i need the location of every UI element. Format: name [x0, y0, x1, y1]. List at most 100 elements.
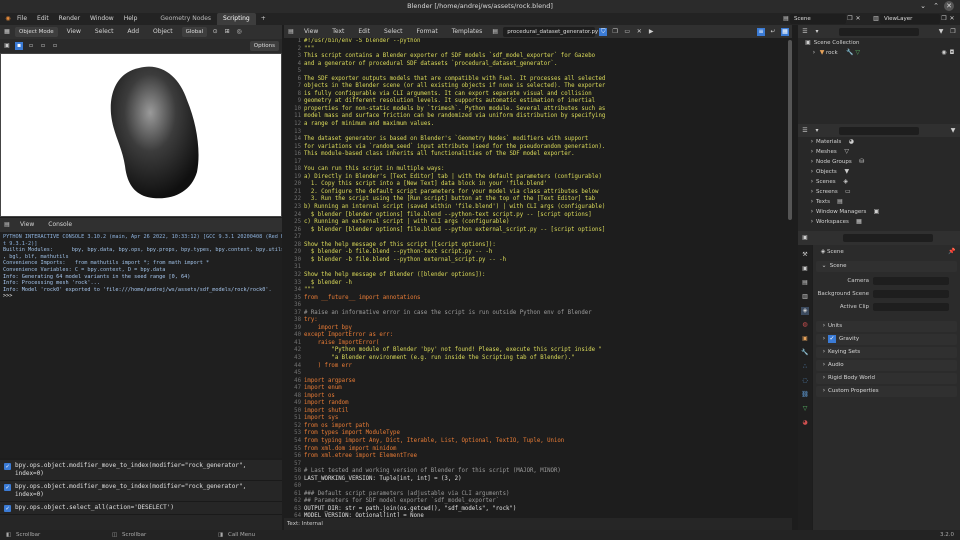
gravity-checkbox[interactable]: ✓ — [828, 335, 836, 343]
object-tab-icon[interactable]: ▣ — [801, 335, 809, 343]
particles-tab-icon[interactable]: ∴ — [801, 363, 809, 371]
viewport-menu-view[interactable]: View — [62, 26, 86, 38]
active-clip-field[interactable] — [873, 302, 949, 311]
visibility-eye-icon[interactable]: ◉ — [940, 49, 948, 57]
datablocks-search-input[interactable] — [839, 127, 919, 135]
copy-scene-icon[interactable]: ❐ — [846, 15, 854, 23]
expand-arrow-icon[interactable]: › — [808, 158, 816, 166]
text-menu-edit[interactable]: Edit — [353, 26, 375, 38]
python-console[interactable]: PYTHON INTERACTIVE CONSOLE 3.10.2 (main,… — [0, 232, 282, 458]
camera-field[interactable] — [873, 276, 949, 285]
viewport-3d[interactable] — [0, 53, 282, 217]
datablocks-display-mode-icon[interactable]: ▾ — [813, 127, 821, 135]
panel-audio[interactable]: › Audio — [816, 360, 957, 371]
syntax-highlight-icon[interactable]: ▦ — [781, 28, 789, 36]
panel-keying-sets[interactable]: › Keying Sets — [816, 347, 957, 358]
open-text-icon[interactable]: ▭ — [623, 28, 631, 36]
fake-user-icon[interactable]: ⛉ — [599, 28, 608, 36]
tab-scripting[interactable]: Scripting — [217, 13, 256, 25]
snap-icon[interactable]: ⊞ — [223, 28, 231, 36]
render-tab-icon[interactable]: ▣ — [801, 265, 809, 273]
mode-selector[interactable]: Object Mode — [15, 27, 58, 37]
run-script-icon[interactable]: ▶ — [647, 28, 655, 36]
word-wrap-icon[interactable]: ↵ — [769, 28, 777, 36]
scene-panel[interactable]: ⌄ Scene — [816, 261, 957, 272]
text-filename-field[interactable]: procedural_dataset_generator.py — [503, 27, 598, 37]
panel-gravity[interactable]: › ✓ Gravity — [816, 334, 957, 345]
outliner-item-scene-collection[interactable]: ▣ Scene Collection — [798, 38, 960, 48]
select-mode-extend-icon[interactable]: ▫ — [27, 42, 35, 50]
outliner-item-rock[interactable]: › ▼ rock 🔧 ▽ ◉ ◘ — [798, 48, 960, 58]
datablock-texts[interactable]: › Texts ▤ — [798, 197, 960, 207]
minimize-button[interactable]: ⌄ — [918, 1, 928, 11]
filter-icon[interactable]: ▼ — [937, 28, 945, 36]
datablock-meshes[interactable]: › Meshes ▽ — [798, 147, 960, 157]
outliner-editor-type-icon[interactable]: ☰ — [801, 28, 809, 36]
proportional-icon[interactable]: ◎ — [235, 28, 243, 36]
console-menu-console[interactable]: Console — [43, 219, 77, 231]
display-mode-icon[interactable]: ▾ — [813, 28, 821, 36]
maximize-button[interactable]: ⌃ — [931, 1, 941, 11]
delete-scene-icon[interactable]: ✕ — [854, 15, 862, 23]
datablock-materials[interactable]: › Materials ◕ — [798, 137, 960, 147]
material-tab-icon[interactable]: ◕ — [801, 419, 809, 427]
viewlayer-selector[interactable]: ViewLayer — [880, 14, 940, 24]
line-numbers-icon[interactable]: ≡ — [757, 28, 765, 36]
panel-rigid-body-world[interactable]: › Rigid Body World — [816, 373, 957, 384]
editor-scrollbar[interactable] — [788, 40, 792, 220]
text-editor[interactable]: 1 #!/usr/bin/env -S blender --python 2 """ 3… — [284, 38, 792, 517]
panel-custom-properties[interactable]: › Custom Properties — [816, 386, 957, 397]
world-tab-icon[interactable]: ◍ — [801, 321, 809, 329]
console-editor-type-icon[interactable]: ▤ — [3, 221, 11, 229]
menu-edit[interactable]: Edit — [32, 13, 54, 25]
datablock-window-managers[interactable]: › Window Managers ▣ — [798, 207, 960, 217]
view-layer-tab-icon[interactable]: ▥ — [801, 293, 809, 301]
datablocks-filter-icon[interactable]: ▼ — [949, 127, 957, 135]
panel-units[interactable]: › Units — [816, 321, 957, 332]
viewport-menu-select[interactable]: Select — [90, 26, 119, 38]
output-tab-icon[interactable]: ▤ — [801, 279, 809, 287]
data-tab-icon[interactable]: ▽ — [801, 405, 809, 413]
blend-file-datablocks[interactable]: › Materials ◕ › Meshes ▽ › Node Groups ⛁ › Objects… — [798, 137, 960, 231]
modifiers-tab-icon[interactable]: 🔧 — [801, 349, 809, 357]
select-mode-invert-icon[interactable]: ▫ — [51, 42, 59, 50]
datablock-screens[interactable]: › Screens ▭ — [798, 187, 960, 197]
properties-editor-type-icon[interactable]: ▣ — [801, 234, 809, 242]
menu-render[interactable]: Render — [54, 13, 85, 25]
menu-file[interactable]: File — [12, 13, 32, 25]
expand-arrow-icon[interactable]: › — [808, 178, 816, 186]
expand-arrow-icon[interactable]: › — [808, 218, 816, 226]
datablocks-editor-type-icon[interactable]: ☰ — [801, 127, 809, 135]
text-menu-text[interactable]: Text — [327, 26, 349, 38]
editor-type-icon[interactable]: ▦ — [3, 28, 11, 36]
add-workspace-button[interactable]: + — [256, 13, 271, 25]
unlink-text-icon[interactable]: ✕ — [635, 28, 643, 36]
outliner[interactable]: ▣ Scene Collection › ▼ rock 🔧 ▽ ◉ ◘ — [798, 38, 960, 124]
physics-tab-icon[interactable]: ◌ — [801, 377, 809, 385]
text-menu-view[interactable]: View — [299, 26, 323, 38]
text-datablock-icon[interactable]: ▤ — [491, 28, 499, 36]
new-text-icon[interactable]: ❐ — [611, 28, 619, 36]
render-camera-icon[interactable]: ◘ — [948, 49, 956, 57]
info-log-item[interactable]: ✓ bpy.ops.object.modifier_move_to_index(m… — [0, 460, 282, 481]
text-menu-templates[interactable]: Templates — [447, 26, 488, 38]
tab-geometry-nodes[interactable]: Geometry Nodes — [154, 13, 217, 25]
blender-logo-icon[interactable]: ◉ — [4, 15, 12, 23]
expand-arrow-icon[interactable]: › — [810, 49, 818, 57]
close-button[interactable]: ✕ — [944, 1, 954, 11]
text-editor-type-icon[interactable]: ▤ — [287, 28, 295, 36]
pivot-icon[interactable]: ⊙ — [211, 28, 219, 36]
constraints-tab-icon[interactable]: ⛓ — [801, 391, 809, 399]
select-mode-new-icon[interactable]: ▪ — [15, 42, 23, 50]
background-scene-field[interactable] — [873, 289, 949, 298]
datablock-objects[interactable]: › Objects ▼ — [798, 167, 960, 177]
info-log-item[interactable]: ✓ bpy.ops.object.modifier_move_to_index(m… — [0, 481, 282, 502]
info-log-item[interactable]: ✓ bpy.ops.object.select_all(action='DESEL… — [0, 502, 282, 515]
new-collection-icon[interactable]: ❐ — [949, 28, 957, 36]
datablock-node-groups[interactable]: › Node Groups ⛁ — [798, 157, 960, 167]
scene-selector[interactable]: Scene — [790, 14, 846, 24]
copy-viewlayer-icon[interactable]: ❐ — [940, 15, 948, 23]
orientation-selector[interactable]: Global — [181, 27, 208, 37]
text-menu-select[interactable]: Select — [379, 26, 408, 38]
datablock-scenes[interactable]: › Scenes ◈ — [798, 177, 960, 187]
